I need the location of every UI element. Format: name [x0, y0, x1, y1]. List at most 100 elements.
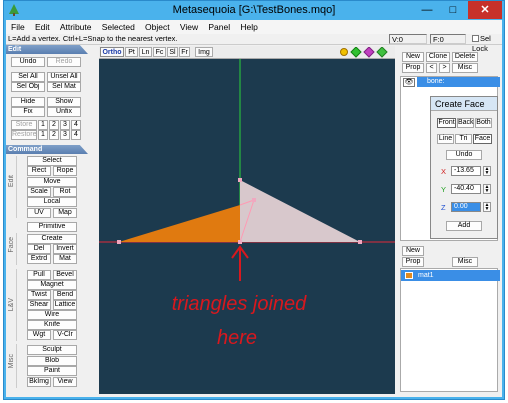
- object-prev-button[interactable]: <: [426, 63, 437, 73]
- menu-selected[interactable]: Selected: [99, 20, 138, 34]
- ortho-toggle[interactable]: Ortho: [100, 47, 124, 57]
- pull-button[interactable]: Pull: [27, 270, 51, 280]
- restore-button[interactable]: Restore: [11, 130, 37, 140]
- magnify-icon[interactable]: [340, 48, 348, 56]
- maximize-button[interactable]: □: [440, 1, 466, 19]
- rect-button[interactable]: Rect: [27, 166, 51, 176]
- extrd-button[interactable]: Extrd: [27, 254, 51, 264]
- undo-button[interactable]: Undo: [11, 57, 45, 67]
- selected-triangle[interactable]: [119, 205, 240, 242]
- bkimg-button[interactable]: BkImg: [27, 377, 51, 387]
- shear-button[interactable]: Shear: [27, 300, 51, 310]
- vertex-right[interactable]: [358, 240, 362, 244]
- bend-button[interactable]: Bend: [53, 290, 77, 300]
- restore-slot-4[interactable]: 4: [71, 130, 81, 140]
- v-clr-button[interactable]: V-Clr: [53, 330, 77, 340]
- object-row[interactable]: 👁 bone:: [401, 77, 500, 87]
- menu-edit[interactable]: Edit: [32, 20, 53, 34]
- store-slot-1[interactable]: 1: [38, 120, 48, 130]
- object-next-button[interactable]: >: [439, 63, 450, 73]
- create-button[interactable]: Create: [27, 234, 77, 244]
- menu-help[interactable]: Help: [237, 20, 260, 34]
- rotate-icon[interactable]: [363, 47, 375, 58]
- wire-button[interactable]: Wire: [27, 310, 77, 320]
- line-type-button[interactable]: Line: [437, 134, 454, 144]
- redo-button[interactable]: Redo: [47, 57, 81, 67]
- material-prop-button[interactable]: Prop: [402, 257, 424, 267]
- title-bar[interactable]: Metasequoia [G:\TestBones.mqo] — □ ✕: [4, 1, 504, 20]
- sel-all-button[interactable]: Sel All: [11, 72, 45, 82]
- bevel-button[interactable]: Bevel: [53, 270, 77, 280]
- sel-lock-checkbox[interactable]: Sel Lock: [472, 34, 502, 54]
- create-face-title[interactable]: Create Face: [431, 97, 497, 111]
- rope-button[interactable]: Rope: [53, 166, 77, 176]
- object-delete-button[interactable]: Delete: [452, 52, 478, 62]
- wgt-button[interactable]: Wgt: [27, 330, 51, 340]
- close-button[interactable]: ✕: [468, 1, 502, 19]
- menu-view[interactable]: View: [177, 20, 201, 34]
- fix-button[interactable]: Fix: [11, 107, 45, 117]
- vertex-center[interactable]: [238, 240, 242, 244]
- add-button[interactable]: Add: [446, 221, 482, 231]
- restore-slot-1[interactable]: 1: [38, 130, 48, 140]
- move-button[interactable]: Move: [27, 177, 77, 187]
- menu-attribute[interactable]: Attribute: [57, 20, 95, 34]
- material-new-button[interactable]: New: [402, 246, 424, 256]
- unfix-button[interactable]: Unfix: [47, 107, 81, 117]
- blob-button[interactable]: Blob: [27, 356, 77, 366]
- front-mode-button[interactable]: Front: [437, 118, 456, 128]
- twist-button[interactable]: Twist: [27, 290, 51, 300]
- store-slot-3[interactable]: 3: [60, 120, 70, 130]
- x-spinner[interactable]: ▲ ▼: [483, 166, 491, 176]
- magnet-button[interactable]: Magnet: [27, 280, 77, 290]
- minimize-button[interactable]: —: [414, 1, 440, 19]
- object-prop-button[interactable]: Prop: [402, 63, 424, 73]
- store-slot-4[interactable]: 4: [71, 120, 81, 130]
- menu-file[interactable]: File: [8, 20, 28, 34]
- object-name[interactable]: bone:: [417, 77, 500, 87]
- z-coordinate-input[interactable]: 0.00: [451, 202, 481, 212]
- menu-panel[interactable]: Panel: [205, 20, 233, 34]
- point-toggle[interactable]: Pt: [125, 47, 138, 57]
- front-toggle[interactable]: Fr: [179, 47, 190, 57]
- image-toggle[interactable]: Img: [195, 47, 213, 57]
- face-undo-button[interactable]: Undo: [446, 150, 482, 160]
- x-coordinate-input[interactable]: -13.65: [451, 166, 481, 176]
- sculpt-button[interactable]: Sculpt: [27, 345, 77, 355]
- y-spinner[interactable]: ▲ ▼: [483, 184, 491, 194]
- face-type-button[interactable]: Face: [473, 134, 492, 144]
- knife-button[interactable]: Knife: [27, 320, 77, 330]
- uv-button[interactable]: UV: [27, 208, 51, 218]
- store-button[interactable]: Store: [11, 120, 37, 130]
- viewport-canvas[interactable]: triangles joined here: [99, 59, 395, 394]
- pan-icon[interactable]: [350, 47, 362, 58]
- map-button[interactable]: Map: [53, 208, 77, 218]
- triangle-face[interactable]: [240, 180, 360, 242]
- restore-slot-3[interactable]: 3: [60, 130, 70, 140]
- restore-slot-2[interactable]: 2: [49, 130, 59, 140]
- object-misc-button[interactable]: Misc: [452, 63, 478, 73]
- paint-button[interactable]: Paint: [27, 366, 77, 376]
- mat-button[interactable]: Mat: [53, 254, 77, 264]
- silhouette-toggle[interactable]: Sl: [167, 47, 178, 57]
- both-mode-button[interactable]: Both: [475, 118, 492, 128]
- line-toggle[interactable]: Ln: [139, 47, 152, 57]
- vertex-cursor[interactable]: [252, 198, 256, 202]
- del-button[interactable]: Del: [27, 244, 51, 254]
- store-slot-2[interactable]: 2: [49, 120, 59, 130]
- menu-object[interactable]: Object: [142, 20, 173, 34]
- y-coordinate-input[interactable]: -40.40: [451, 184, 481, 194]
- sel-mat-button[interactable]: Sel Mat: [47, 82, 81, 92]
- tri-type-button[interactable]: Tri: [455, 134, 472, 144]
- invert-button[interactable]: Invert: [53, 244, 77, 254]
- sel-obj-button[interactable]: Sel Obj: [11, 82, 45, 92]
- visibility-eye-icon[interactable]: 👁: [403, 78, 415, 87]
- object-new-button[interactable]: New: [402, 52, 424, 62]
- material-list[interactable]: mat1: [400, 268, 500, 392]
- local-button[interactable]: Local: [27, 197, 77, 207]
- lattice-button[interactable]: Lattice: [53, 300, 77, 310]
- hide-button[interactable]: Hide: [11, 97, 45, 107]
- rot-button[interactable]: Rot: [53, 187, 77, 197]
- view-button[interactable]: View: [53, 377, 77, 387]
- scale-button[interactable]: Scale: [27, 187, 51, 197]
